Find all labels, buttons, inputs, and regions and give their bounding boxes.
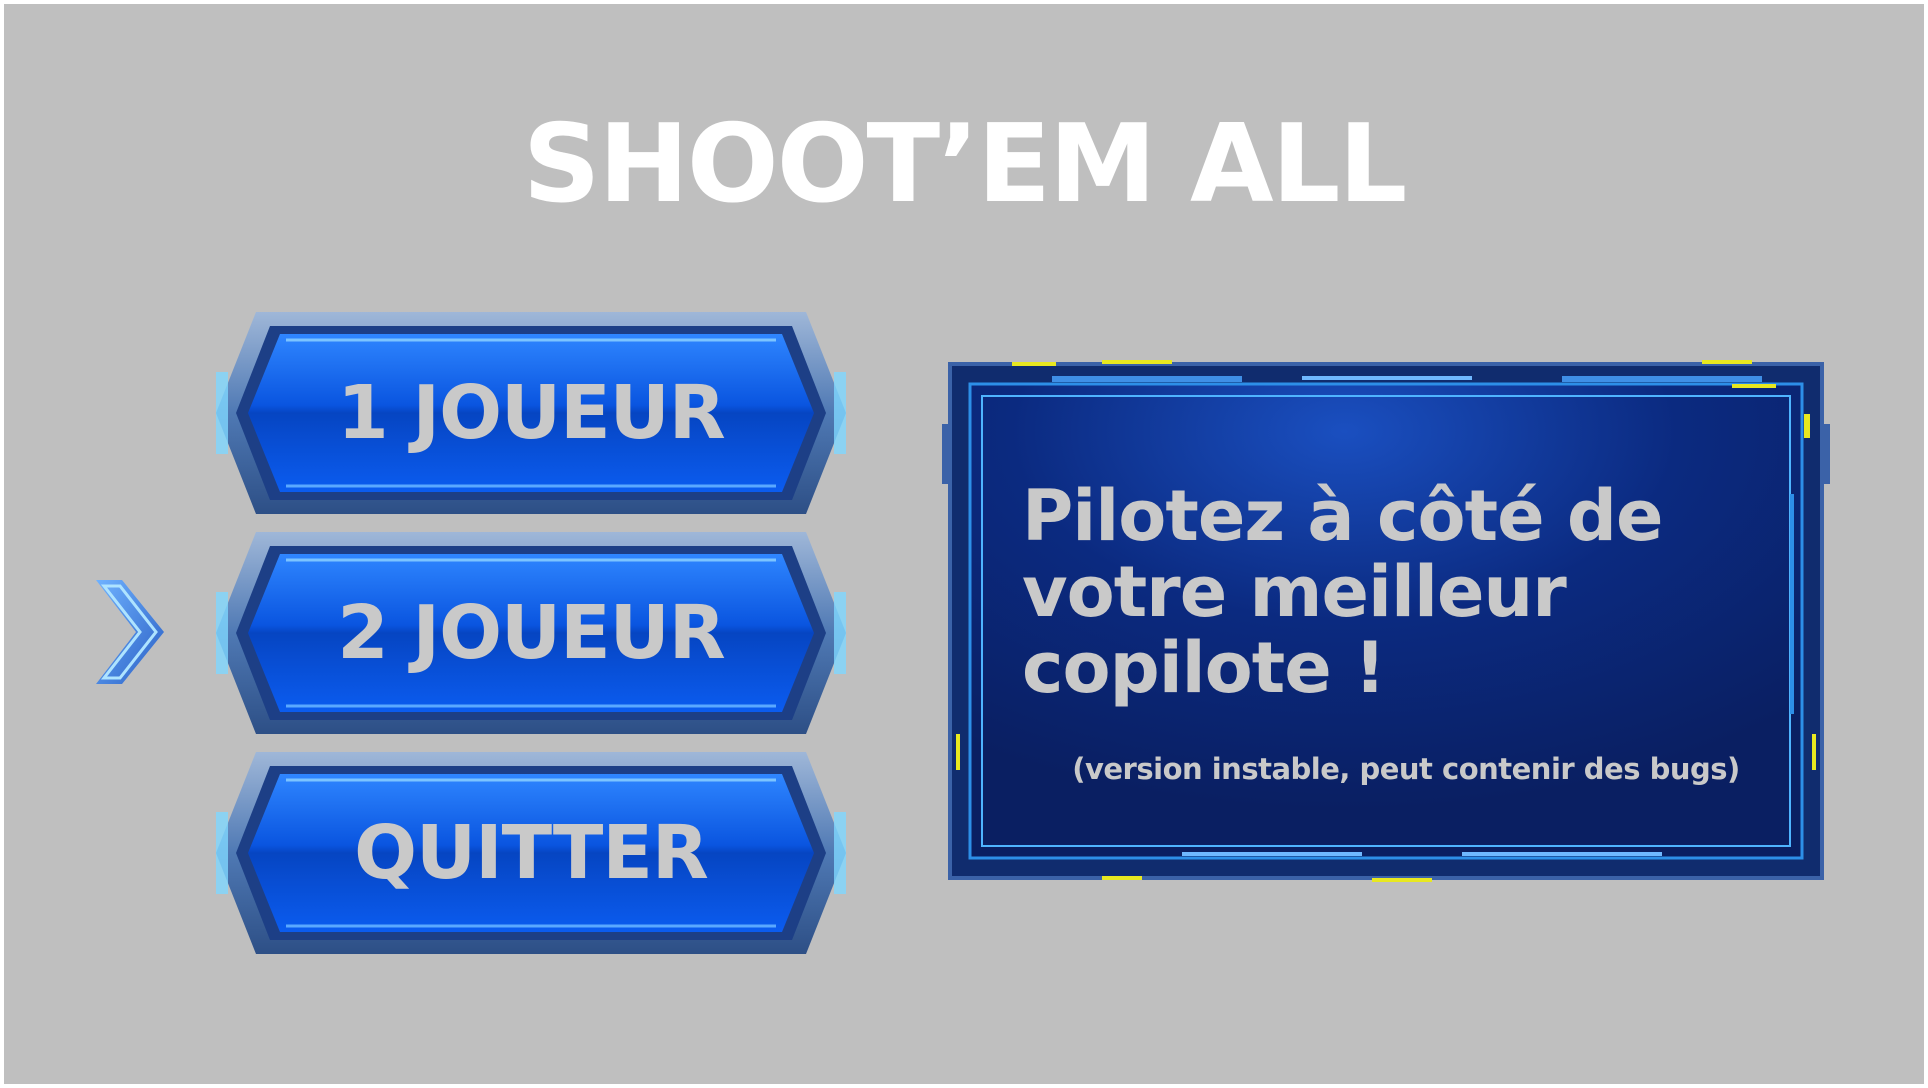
info-heading: Pilotez à côté de votre meilleur copilot… — [1022, 475, 1664, 709]
menu-item-label: 1 JOUEUR — [337, 370, 725, 456]
menu-item-label: QUITTER — [354, 810, 709, 896]
quit-button[interactable]: QUITTER — [216, 752, 846, 954]
chevron-right-icon — [96, 580, 168, 684]
two-player-button[interactable]: 2 JOUEUR — [216, 532, 846, 734]
title-screen: SHOOT’EM ALL 1 JOUEUR 2 JOUEUR QUITTER P… — [4, 4, 1924, 1084]
info-note: (version instable, peut contenir des bug… — [1072, 752, 1740, 786]
info-panel: Pilotez à côté de votre meilleur copilot… — [942, 354, 1830, 886]
one-player-button[interactable]: 1 JOUEUR — [216, 312, 846, 514]
game-title: SHOOT’EM ALL — [522, 102, 1408, 227]
menu-item-label: 2 JOUEUR — [337, 590, 725, 676]
